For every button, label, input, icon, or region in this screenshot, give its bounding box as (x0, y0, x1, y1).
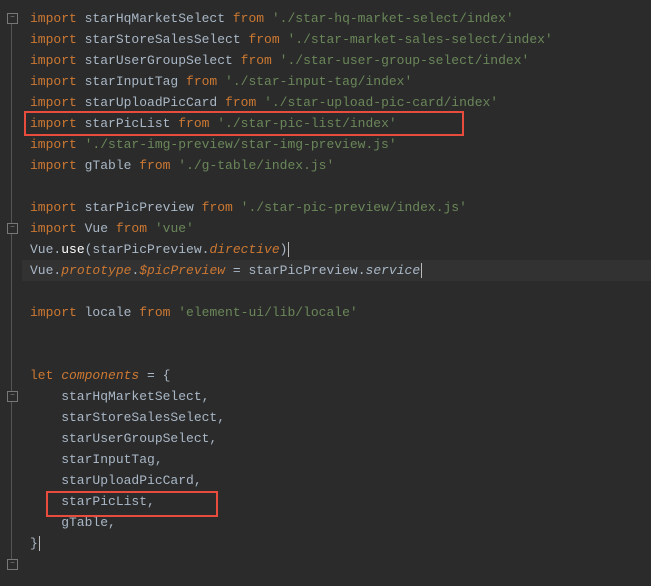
code-line[interactable]: starInputTag, (22, 449, 651, 470)
code-line[interactable] (22, 344, 651, 365)
code-line[interactable]: import starStoreSalesSelect from './star… (22, 29, 651, 50)
code-line[interactable]: import locale from 'element-ui/lib/local… (22, 302, 651, 323)
code-line[interactable] (22, 176, 651, 197)
code-line[interactable]: starHqMarketSelect, (22, 386, 651, 407)
caret-icon (39, 536, 40, 551)
code-line-active[interactable]: Vue.prototype.$picPreview = starPicPrevi… (22, 260, 651, 281)
fold-marker-icon[interactable]: − (7, 13, 18, 24)
code-editor[interactable]: − − − − import starHqMarketSelect from '… (0, 0, 651, 575)
fold-marker-icon[interactable]: − (7, 223, 18, 234)
code-line[interactable]: import starPicList from './star-pic-list… (22, 113, 651, 134)
code-line[interactable]: starUploadPicCard, (22, 470, 651, 491)
code-line[interactable]: } (22, 533, 651, 554)
code-line[interactable]: import starPicPreview from './star-pic-p… (22, 197, 651, 218)
code-line[interactable]: import Vue from 'vue' (22, 218, 651, 239)
code-line[interactable] (22, 554, 651, 575)
code-line[interactable]: import './star-img-preview/star-img-prev… (22, 134, 651, 155)
fold-marker-icon[interactable]: − (7, 391, 18, 402)
code-line[interactable] (22, 323, 651, 344)
code-line[interactable]: starStoreSalesSelect, (22, 407, 651, 428)
code-line[interactable]: import gTable from './g-table/index.js' (22, 155, 651, 176)
code-line[interactable]: gTable, (22, 512, 651, 533)
gutter: − − − − (0, 8, 20, 583)
code-line[interactable]: let components = { (22, 365, 651, 386)
caret-icon (288, 242, 289, 257)
code-line[interactable]: Vue.use(starPicPreview.directive) (22, 239, 651, 260)
code-line[interactable]: import starUploadPicCard from './star-up… (22, 92, 651, 113)
code-line[interactable]: starPicList, (22, 491, 651, 512)
code-line[interactable]: import starUserGroupSelect from './star-… (22, 50, 651, 71)
code-line[interactable]: starUserGroupSelect, (22, 428, 651, 449)
code-line[interactable]: import starInputTag from './star-input-t… (22, 71, 651, 92)
caret-icon (421, 263, 422, 278)
fold-marker-icon[interactable]: − (7, 559, 18, 570)
code-line[interactable] (22, 281, 651, 302)
code-line[interactable]: import starHqMarketSelect from './star-h… (22, 8, 651, 29)
